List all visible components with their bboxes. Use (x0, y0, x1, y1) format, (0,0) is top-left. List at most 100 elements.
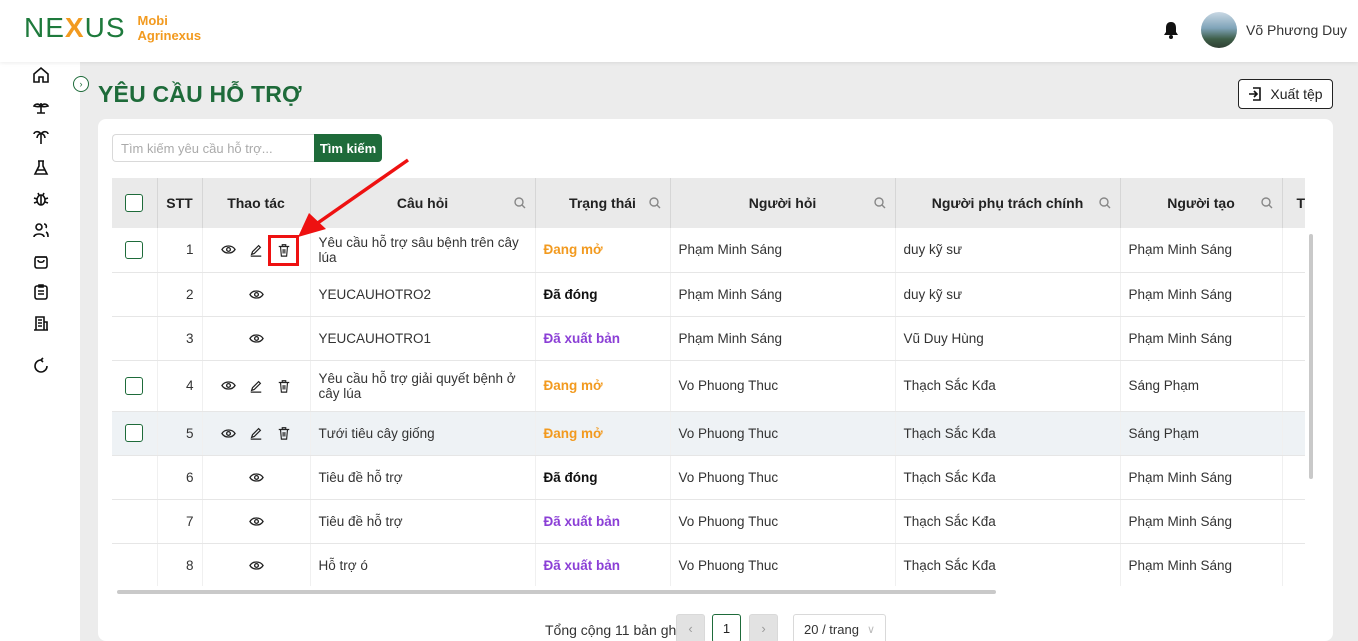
row-actions (202, 455, 311, 500)
col-header-owner-label: Người phụ trách chính (931, 195, 1084, 211)
eye-icon[interactable] (248, 286, 264, 302)
row-checkbox[interactable] (125, 240, 144, 259)
row-select-cell (112, 455, 158, 500)
bell-icon[interactable] (1161, 20, 1181, 40)
eye-icon[interactable] (248, 330, 264, 346)
row-question: Yêu cầu hỗ trợ giải quyết bệnh ở cây lúa (310, 360, 536, 412)
row-actions (202, 411, 311, 456)
row-stt: 3 (157, 316, 203, 361)
page-size-value: 20 / trang (804, 621, 859, 637)
pencil-icon[interactable] (248, 378, 264, 394)
row-question: Tiêu đề hỗ trợ (310, 499, 536, 544)
pencil-icon[interactable] (248, 242, 264, 258)
column-search-icon[interactable] (1098, 196, 1112, 210)
select-all-checkbox[interactable] (125, 194, 144, 213)
row-select-cell (112, 411, 158, 456)
row-owner: Thạch Sắc Kđa (895, 455, 1121, 500)
row-asker: Vo Phuong Thuc (670, 499, 896, 544)
eye-icon[interactable] (248, 469, 264, 485)
row-owner: Vũ Duy Hùng (895, 316, 1121, 361)
user-name[interactable]: Võ Phương Duy (1246, 22, 1347, 38)
row-asker: Phạm Minh Sáng (670, 272, 896, 317)
table-row[interactable]: 2 YEUCAUHOTRO2 Đã đóng Phạm Minh Sáng duy kỹ… (112, 272, 1305, 317)
export-button[interactable]: Xuất tệp (1238, 79, 1333, 109)
row-stt: 2 (157, 272, 203, 317)
table-row[interactable]: 3 YEUCAUHOTRO1 Đã xuất bản Phạm Minh Sáng Vũ… (112, 316, 1305, 361)
row-select-cell (112, 316, 158, 361)
trash-icon[interactable] (276, 378, 292, 394)
row-actions (202, 272, 311, 317)
row-actions (202, 499, 311, 544)
page-size-select[interactable]: 20 / trang ∨ (793, 614, 886, 641)
row-time (1282, 272, 1305, 317)
table-row[interactable]: 5 Tưới tiêu cây giống Đang mở Vo Phuong Thu… (112, 411, 1305, 456)
plant-icon[interactable] (31, 96, 51, 116)
row-owner: Thạch Sắc Kđa (895, 360, 1121, 412)
next-page-button[interactable]: › (749, 614, 778, 641)
row-select-cell (112, 360, 158, 412)
avatar[interactable] (1201, 12, 1237, 48)
col-header-asker: Người hỏi (670, 178, 896, 228)
column-search-icon[interactable] (513, 196, 527, 210)
row-time (1282, 455, 1305, 500)
eye-icon[interactable] (248, 513, 264, 529)
table-row[interactable]: 6 Tiêu đề hỗ trợ Đã đóng Vo Phuong Thuc Thạc… (112, 455, 1305, 500)
col-header-time: Thời (1282, 178, 1305, 228)
pencil-icon[interactable] (248, 425, 264, 441)
row-stt: 8 (157, 543, 203, 586)
row-asker: Phạm Minh Sáng (670, 228, 896, 273)
export-button-label: Xuất tệp (1270, 86, 1323, 102)
vertical-scrollbar[interactable] (1309, 234, 1313, 479)
column-search-icon[interactable] (873, 196, 887, 210)
row-creator: Phạm Minh Sáng (1120, 499, 1283, 544)
horizontal-scrollbar[interactable] (117, 590, 996, 594)
row-time (1282, 316, 1305, 361)
row-time (1282, 543, 1305, 586)
row-checkbox[interactable] (125, 424, 144, 442)
row-creator: Phạm Minh Sáng (1120, 543, 1283, 586)
users-icon[interactable] (31, 220, 51, 240)
search-input[interactable]: Tìm kiếm yêu cầu hỗ trợ... (112, 134, 315, 162)
row-stt: 7 (157, 499, 203, 544)
row-actions (202, 543, 311, 586)
sidebar-toggle-chevron-right-icon[interactable]: › (73, 76, 89, 92)
pagination-total: Tổng cộng 11 bản ghi (545, 622, 680, 638)
brand-name: Mobi Agrinexus (138, 13, 202, 43)
bag-icon[interactable] (31, 251, 51, 271)
eye-icon[interactable] (220, 425, 236, 441)
col-header-status-label: Trạng thái (569, 195, 636, 211)
row-owner: duy kỹ sư (895, 272, 1121, 317)
col-header-stt: STT (157, 178, 203, 228)
table-row[interactable]: 7 Tiêu đề hỗ trợ Đã xuất bản Vo Phuong Thuc… (112, 499, 1305, 544)
column-search-icon[interactable] (648, 196, 662, 210)
row-checkbox[interactable] (125, 376, 144, 395)
building-icon[interactable] (31, 313, 51, 333)
trash-icon[interactable] (276, 425, 292, 441)
tree-icon[interactable] (31, 127, 51, 147)
column-search-icon[interactable] (1260, 196, 1274, 210)
row-question: Hỗ trợ ó (310, 543, 536, 586)
logo-mark: NEXUS (24, 12, 126, 43)
table-row[interactable]: 8 Hỗ trợ ó Đã xuất bản Vo Phuong Thuc Thạch … (112, 543, 1305, 586)
app-logo[interactable]: NEXUS Mobi Agrinexus (24, 12, 201, 44)
eye-icon[interactable] (220, 242, 236, 258)
row-status: Đã xuất bản (535, 543, 671, 586)
clipboard-icon[interactable] (31, 282, 51, 302)
eye-icon[interactable] (248, 557, 264, 573)
page-title: YÊU CẦU HỖ TRỢ (98, 81, 302, 107)
table-row[interactable]: 4 Yêu cầu hỗ trợ giải quyết bệnh ở cây lú… (112, 360, 1305, 412)
row-status: Đã xuất bản (535, 499, 671, 544)
row-time (1282, 411, 1305, 456)
bug-icon[interactable] (31, 189, 51, 209)
brand-line1: Mobi (137, 13, 168, 28)
eye-icon[interactable] (220, 378, 236, 394)
history-icon[interactable] (31, 356, 51, 376)
row-creator: Phạm Minh Sáng (1120, 455, 1283, 500)
prev-page-button[interactable]: ‹ (676, 614, 705, 641)
row-actions (202, 316, 311, 361)
home-icon[interactable] (31, 65, 51, 85)
page-number-button[interactable]: 1 (712, 614, 741, 641)
row-creator: Sáng Phạm (1120, 360, 1283, 412)
flask-icon[interactable] (31, 158, 51, 178)
row-stt: 1 (157, 228, 203, 273)
